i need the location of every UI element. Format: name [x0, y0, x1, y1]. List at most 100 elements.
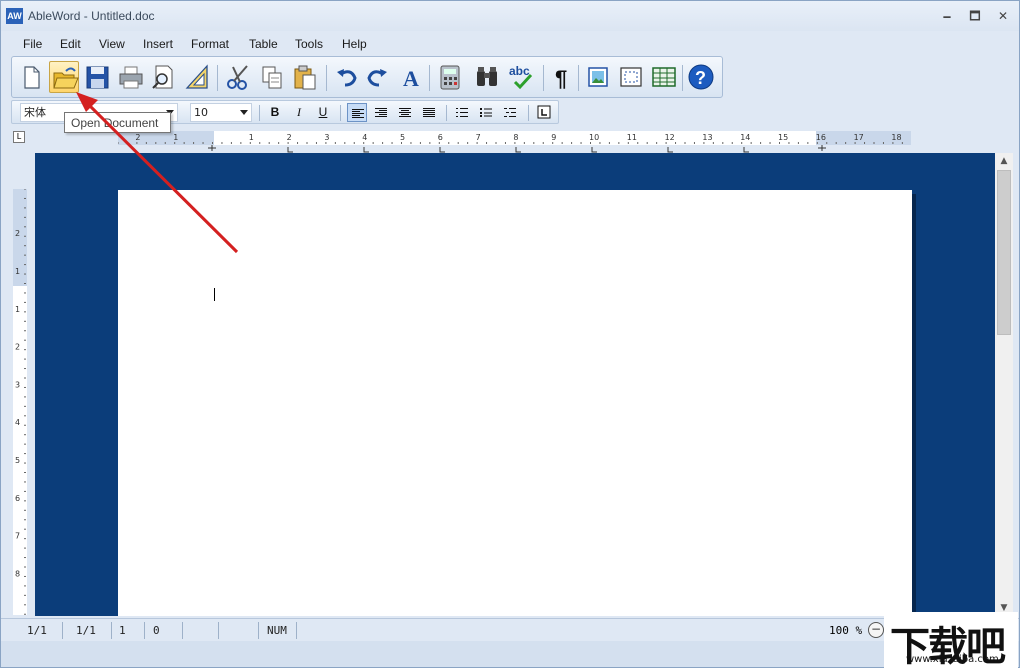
zoom-level: 100 %: [829, 624, 863, 637]
toolbar-separator: [446, 105, 447, 121]
font-icon[interactable]: A: [397, 61, 427, 93]
menu-edit[interactable]: Edit: [60, 37, 81, 51]
ruler-label: 6: [15, 494, 20, 503]
watermark-url: www.xiazaiba.com: [906, 654, 999, 665]
menu-file[interactable]: File: [23, 37, 42, 51]
ruler-label: 2: [15, 229, 20, 238]
zoom-out-button[interactable]: −: [868, 622, 884, 638]
toolbar-separator: [682, 65, 683, 91]
italic-button[interactable]: I: [289, 103, 309, 122]
ruler-label: 11: [627, 133, 637, 142]
toolbar-separator: [578, 65, 579, 91]
vertical-ruler[interactable]: 2 1 1 2 3 4 5 6 7 8: [13, 188, 27, 615]
ruler-label: 12: [665, 133, 675, 142]
status-bar: 1/1 1/1 1 0 NUM 100 % −: [1, 618, 1019, 640]
status-page: 1/1: [19, 622, 63, 639]
close-button[interactable]: ✕: [993, 7, 1013, 25]
document-page[interactable]: [118, 190, 912, 616]
insert-frame-icon[interactable]: [616, 61, 646, 93]
main-toolbar: A abc ¶ ?: [11, 56, 723, 98]
justify-icon[interactable]: [419, 103, 439, 122]
menu-format[interactable]: Format: [191, 37, 229, 51]
print-icon[interactable]: [116, 61, 146, 93]
copy-icon[interactable]: [257, 61, 287, 93]
ruler-label: 5: [15, 456, 20, 465]
bullet-list-icon[interactable]: [476, 103, 496, 122]
ruler-label: 1: [173, 133, 178, 142]
toolbar-separator: [429, 65, 430, 91]
cut-icon[interactable]: [223, 61, 253, 93]
print-preview-icon[interactable]: [148, 61, 178, 93]
align-right-icon[interactable]: [371, 103, 391, 122]
paste-icon[interactable]: [290, 61, 320, 93]
window-title: AbleWord - Untitled.doc: [28, 9, 155, 23]
ruler-label: 6: [438, 133, 443, 142]
insert-table-icon[interactable]: [649, 61, 679, 93]
ruler-label: 10: [589, 133, 599, 142]
toolbar-separator: [340, 105, 341, 121]
menu-insert[interactable]: Insert: [143, 37, 173, 51]
watermark-logo: 下载吧 www.xiazaiba.com: [884, 612, 1018, 668]
menu-bar: File Edit View Insert Format Table Tools…: [1, 33, 1019, 55]
new-document-icon[interactable]: [16, 61, 46, 93]
calculator-icon[interactable]: [435, 61, 465, 93]
ruler-label: 17: [854, 133, 864, 142]
undo-icon[interactable]: [332, 61, 362, 93]
tab-type-selector[interactable]: L: [13, 131, 25, 143]
minimize-button[interactable]: 🗕: [937, 7, 957, 25]
numbered-list-icon[interactable]: [452, 103, 472, 122]
scroll-up-icon[interactable]: ▲: [995, 153, 1013, 169]
status-section: 1/1: [68, 622, 112, 639]
svg-text:abc: abc: [509, 64, 530, 78]
menu-tools[interactable]: Tools: [295, 37, 323, 51]
font-name-value: 宋体: [24, 106, 46, 119]
save-icon[interactable]: [82, 61, 112, 93]
spell-check-icon[interactable]: abc: [507, 61, 537, 93]
menu-view[interactable]: View: [99, 37, 125, 51]
tab-stop-icon[interactable]: [534, 103, 554, 122]
toolbar-separator: [543, 65, 544, 91]
restore-button[interactable]: 🗖: [965, 7, 985, 25]
underline-button[interactable]: U: [313, 103, 333, 122]
ruler-label: 16: [816, 133, 826, 142]
page-setup-icon[interactable]: [182, 61, 212, 93]
ruler-label: 2: [287, 133, 292, 142]
pilcrow-icon[interactable]: ¶: [547, 61, 577, 93]
ruler-ticks: 2 1 1 2 3 4 5 6 7 8 9 10 11 12 13 14 15 16 17 18: [118, 133, 903, 144]
bottom-strip: [1, 641, 1019, 667]
chevron-down-icon[interactable]: [240, 110, 248, 115]
status-line: 1: [111, 622, 145, 639]
menu-help[interactable]: Help: [342, 37, 367, 51]
ruler-label: 15: [778, 133, 788, 142]
ruler-label: 2: [15, 343, 20, 352]
svg-text:¶: ¶: [555, 66, 567, 91]
status-empty: [219, 622, 259, 639]
font-size-select[interactable]: 10: [190, 103, 252, 122]
ruler-label: 5: [400, 133, 405, 142]
toolbar-separator: [326, 65, 327, 91]
vertical-ruler-ticks: 2 1 1 2 3 4 5 6 7 8: [13, 188, 27, 615]
ruler-label: 8: [15, 569, 20, 578]
text-caret: [214, 288, 215, 301]
menu-table[interactable]: Table: [249, 37, 278, 51]
ruler-label: 18: [891, 133, 901, 142]
align-left-icon[interactable]: [347, 103, 367, 122]
horizontal-ruler[interactable]: 2 1 1 2 3 4 5 6 7 8 9 10 11 12 13 14 15 16 17 18: [118, 131, 911, 145]
ruler-label: 9: [551, 133, 556, 142]
bold-button[interactable]: B: [265, 103, 285, 122]
ruler-label: 3: [324, 133, 329, 142]
open-document-icon[interactable]: [49, 61, 79, 93]
vertical-scrollbar[interactable]: ▲ ▼: [995, 153, 1013, 616]
font-size-value: 10: [194, 106, 208, 119]
title-bar[interactable]: AW AbleWord - Untitled.doc 🗕 🗖 ✕: [1, 1, 1019, 31]
redo-icon[interactable]: [362, 61, 392, 93]
insert-image-icon[interactable]: [583, 61, 613, 93]
toolbar-separator: [217, 65, 218, 91]
scrollbar-thumb[interactable]: [997, 170, 1011, 335]
toolbar-separator: [528, 105, 529, 121]
help-icon[interactable]: ?: [686, 61, 716, 93]
document-area[interactable]: [35, 153, 995, 616]
find-icon[interactable]: [472, 61, 502, 93]
multilevel-list-icon[interactable]: [500, 103, 520, 122]
align-center-icon[interactable]: [395, 103, 415, 122]
